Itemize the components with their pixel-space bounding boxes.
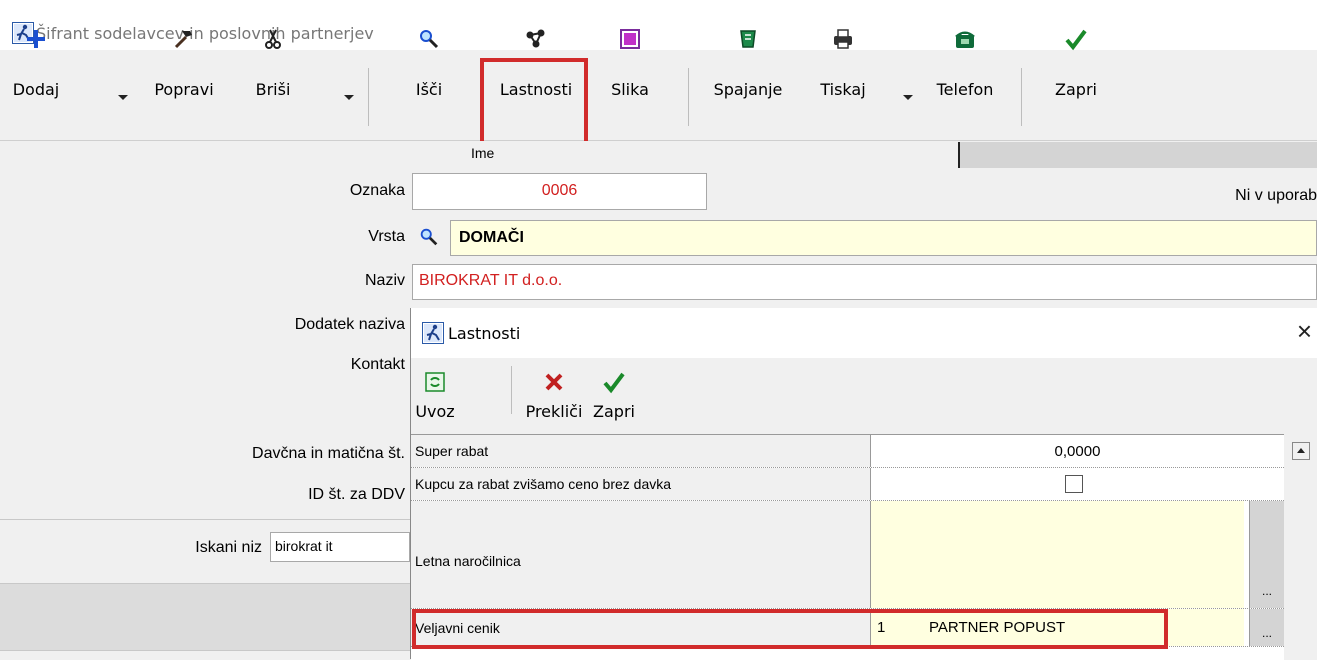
dialog-close-icon[interactable]: × [1297, 318, 1312, 344]
merge-button[interactable]: Spajanje [703, 0, 793, 99]
picture-icon [620, 29, 640, 49]
status-text: Ni v uporab [1235, 187, 1317, 204]
naziv-label: Naziv [364, 272, 405, 289]
kontakt-label: Kontakt [350, 356, 405, 373]
checkmark-icon [603, 372, 625, 394]
veljavni-cenik-highlight [412, 609, 1168, 649]
search-label: Iskani niz [195, 539, 262, 556]
phone-icon [955, 31, 975, 48]
magnifier-icon [420, 30, 439, 49]
print-dropdown-arrow[interactable] [903, 95, 913, 100]
toolbar-separator [1021, 68, 1022, 126]
id-ddv-label: ID št. za DDV [308, 486, 405, 503]
grid-row[interactable]: Kupcu za rabat zvišamo ceno brez davka [411, 468, 1284, 501]
dialog-title: Lastnosti [448, 324, 521, 343]
properties-dialog: Lastnosti × Uvoz Prekliči Zapri Super ra… [410, 308, 1317, 660]
plus-icon [27, 30, 45, 48]
delete-button[interactable]: Briši [248, 0, 298, 99]
scissors-icon [265, 29, 281, 49]
add-dropdown-arrow[interactable] [118, 95, 128, 100]
davcna-label: Davčna in matična št. [252, 445, 405, 462]
merge-icon [740, 30, 756, 48]
cancel-button[interactable]: Prekliči [519, 358, 589, 438]
scroll-up-button[interactable] [1292, 442, 1310, 460]
search-button[interactable]: Išči [403, 0, 455, 99]
delete-dropdown-arrow[interactable] [344, 95, 354, 100]
printer-icon [834, 29, 852, 49]
toolbar-separator [688, 68, 689, 126]
result-row [0, 617, 410, 651]
add-button[interactable]: Dodaj [10, 0, 62, 99]
oznaka-label: Oznaka [349, 182, 405, 199]
dialog-scrollbar[interactable] [1284, 434, 1317, 659]
properties-highlight [480, 58, 588, 153]
grid-row[interactable]: Letna naročilnica ... [411, 501, 1284, 609]
dodatek-label: Dodatek naziva [294, 316, 405, 333]
picture-button[interactable]: Slika [604, 0, 656, 99]
vrsta-label: Vrsta [368, 228, 405, 245]
tab-ime[interactable]: Ime [471, 145, 494, 161]
runner-app-icon [422, 322, 444, 344]
dialog-close-button[interactable]: Zapri [589, 358, 639, 438]
import-button[interactable]: Uvoz [415, 358, 455, 438]
grid-row[interactable]: Super rabat 0,0000 [411, 435, 1284, 468]
search-input[interactable]: birokrat it [270, 532, 410, 562]
import-icon [425, 372, 445, 392]
close-button[interactable]: Zapri [1046, 0, 1106, 99]
chevron-up-icon [1297, 448, 1305, 453]
toolbar-separator [368, 68, 369, 126]
dialog-toolbar-separator [511, 366, 512, 414]
print-button[interactable]: Tiskaj [811, 0, 875, 99]
phone-button[interactable]: Telefon [924, 0, 1006, 99]
letna-narocilnica-value[interactable] [871, 501, 1244, 608]
dialog-title-bar: Lastnosti × [411, 308, 1317, 358]
tab-header-right [958, 142, 1317, 168]
edit-button[interactable]: Popravi [143, 0, 225, 99]
rabat-checkbox[interactable] [1065, 475, 1083, 493]
red-x-icon [545, 373, 563, 391]
result-row [0, 583, 410, 618]
checkmark-icon [1065, 29, 1087, 51]
letna-browse-button[interactable]: ... [1249, 501, 1284, 608]
divider [0, 519, 410, 520]
oznaka-field[interactable]: 0006 [412, 173, 707, 210]
naziv-field[interactable]: BIROKRAT IT d.o.o. [412, 264, 1317, 300]
vrsta-field[interactable]: DOMAČI [450, 220, 1317, 256]
properties-icon [526, 29, 545, 48]
cenik-browse-button[interactable]: ... [1249, 609, 1284, 646]
vrsta-search-icon[interactable] [418, 226, 440, 248]
hammer-icon [174, 31, 192, 49]
